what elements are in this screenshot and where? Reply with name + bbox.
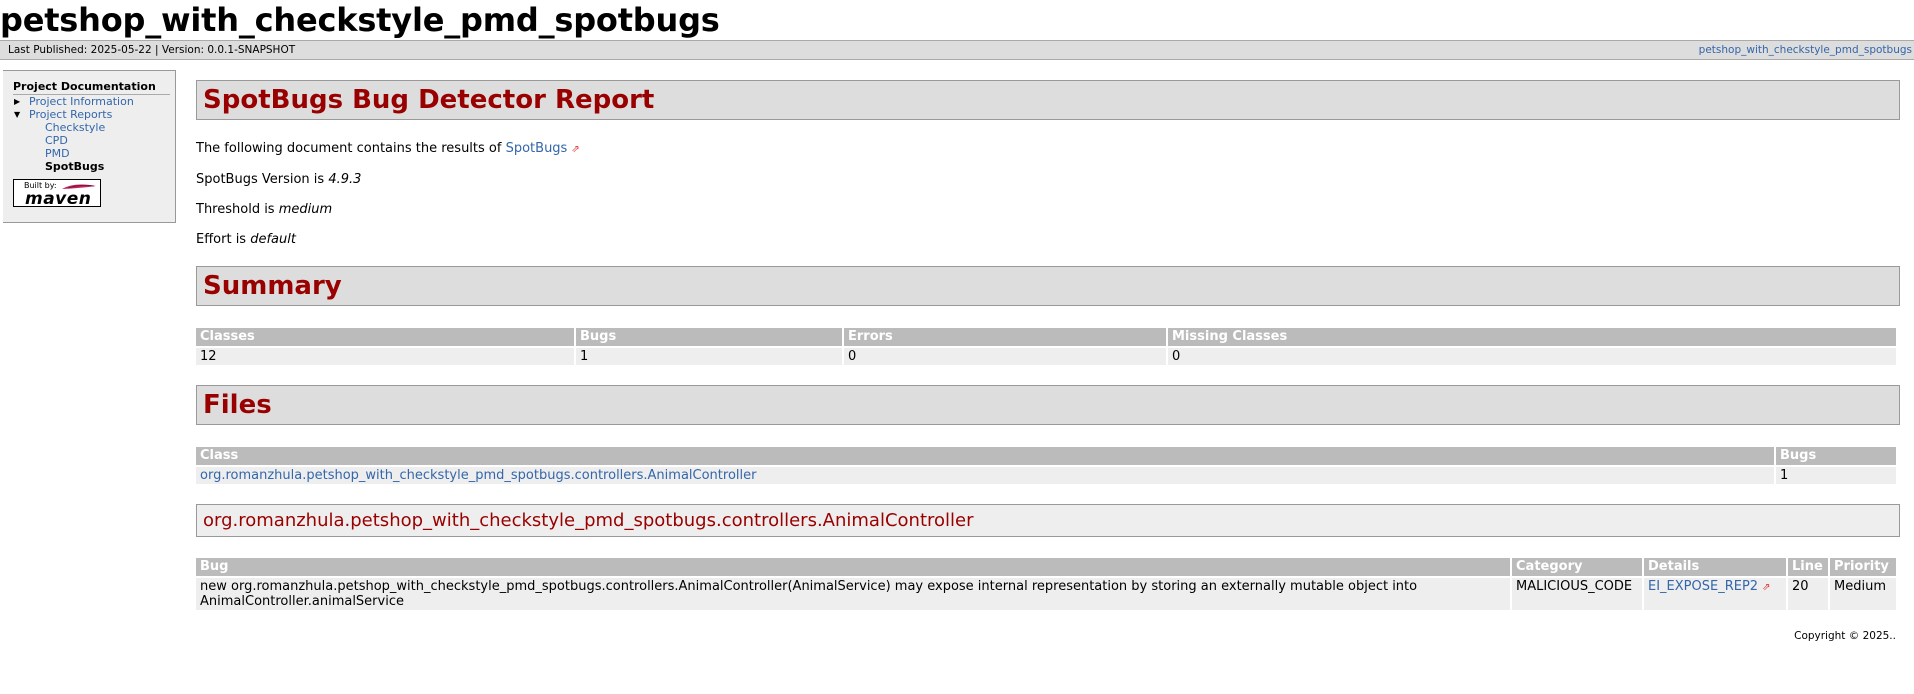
table-header-row: Bug Category Details Line Priority xyxy=(196,558,1896,576)
table-cell: 0 xyxy=(1168,348,1896,365)
column-header: Priority xyxy=(1830,558,1896,576)
summary-table: Classes Bugs Errors Missing Classes 12 1… xyxy=(194,326,1898,367)
bug-details-cell: EI_EXPOSE_REP2 ⇗ xyxy=(1644,578,1786,610)
threshold-text: Threshold is xyxy=(196,202,279,217)
breadcrumbs: Last Published: 2025-05-22 | Version: 0.… xyxy=(0,40,1914,60)
column-header: Missing Classes xyxy=(1168,328,1896,346)
version-text: SpotBugs Version is xyxy=(196,172,329,187)
expanded-arrow-icon: ▼ xyxy=(14,110,21,119)
column-header: Category xyxy=(1512,558,1642,576)
class-link[interactable]: org.romanzhula.petshop_with_checkstyle_p… xyxy=(200,468,756,483)
version-value: 4.9.3 xyxy=(328,172,362,187)
files-heading: Files xyxy=(196,385,1900,425)
table-row: org.romanzhula.petshop_with_checkstyle_p… xyxy=(196,467,1896,484)
bug-category: MALICIOUS_CODE xyxy=(1512,578,1642,610)
sidebar: Project Documentation ▶ Project Informat… xyxy=(3,70,176,223)
sidebar-item-checkstyle[interactable]: Checkstyle xyxy=(45,121,105,134)
table-header-row: Class Bugs xyxy=(196,447,1896,465)
effort-paragraph: Effort is default xyxy=(196,232,1900,248)
threshold-paragraph: Threshold is medium xyxy=(196,202,1900,218)
footer-copyright: Copyright © 2025.. xyxy=(1794,630,1896,642)
column-header: Bugs xyxy=(576,328,842,346)
column-header: Line xyxy=(1788,558,1828,576)
table-row: 12 1 0 0 xyxy=(196,348,1896,365)
table-cell: 1 xyxy=(1776,467,1896,484)
collapsed-arrow-icon: ▶ xyxy=(14,97,21,106)
project-home-link[interactable]: petshop_with_checkstyle_pmd_spotbugs xyxy=(1699,41,1912,59)
sidebar-item-label[interactable]: Project Information xyxy=(29,95,134,108)
intro-paragraph: The following document contains the resu… xyxy=(196,141,1900,158)
built-by-maven-logo[interactable]: Built by: maven xyxy=(13,179,101,209)
publish-info: Last Published: 2025-05-22 | Version: 0.… xyxy=(8,44,296,56)
table-header-row: Classes Bugs Errors Missing Classes xyxy=(196,328,1896,346)
threshold-value: medium xyxy=(278,202,333,217)
summary-heading: Summary xyxy=(196,266,1900,306)
bug-details-link[interactable]: EI_EXPOSE_REP2 xyxy=(1648,579,1758,594)
project-title: petshop_with_checkstyle_pmd_spotbugs xyxy=(0,1,720,39)
sidebar-item-project-information[interactable]: ▶ Project Information xyxy=(13,95,175,108)
class-section-heading: org.romanzhula.petshop_with_checkstyle_p… xyxy=(196,504,1900,537)
effort-text: Effort is xyxy=(196,232,251,247)
external-link-icon: ⇗ xyxy=(1762,582,1771,593)
main-content: SpotBugs Bug Detector Report The followi… xyxy=(196,80,1900,612)
bug-description: new org.romanzhula.petshop_with_checksty… xyxy=(196,578,1510,610)
bugs-table: Bug Category Details Line Priority new o… xyxy=(194,556,1898,612)
sidebar-item-pmd[interactable]: PMD xyxy=(45,147,70,160)
sidebar-item-cpd[interactable]: CPD xyxy=(45,134,68,147)
effort-value: default xyxy=(250,232,296,247)
external-link-icon: ⇗ xyxy=(571,144,580,155)
sidebar-item-label[interactable]: Project Reports xyxy=(29,108,112,121)
sidebar-item-project-reports[interactable]: ▼ Project Reports xyxy=(13,108,175,121)
table-cell: 0 xyxy=(844,348,1166,365)
banner: petshop_with_checkstyle_pmd_spotbugs xyxy=(0,0,1914,40)
column-header: Bug xyxy=(196,558,1510,576)
maven-label: maven xyxy=(25,189,92,209)
column-header: Errors xyxy=(844,328,1166,346)
table-row: new org.romanzhula.petshop_with_checksty… xyxy=(196,578,1896,610)
column-header: Bugs xyxy=(1776,447,1896,465)
column-header: Classes xyxy=(196,328,574,346)
bug-line: 20 xyxy=(1788,578,1828,610)
table-cell: 1 xyxy=(576,348,842,365)
spotbugs-link[interactable]: SpotBugs xyxy=(506,141,568,156)
table-cell: 12 xyxy=(196,348,574,365)
intro-text: The following document contains the resu… xyxy=(196,141,506,156)
page-title: SpotBugs Bug Detector Report xyxy=(196,80,1900,120)
version-paragraph: SpotBugs Version is 4.9.3 xyxy=(196,172,1900,188)
sidebar-item-spotbugs: SpotBugs xyxy=(45,160,105,173)
files-table: Class Bugs org.romanzhula.petshop_with_c… xyxy=(194,445,1898,486)
column-header: Details xyxy=(1644,558,1786,576)
bug-priority: Medium xyxy=(1830,578,1896,610)
column-header: Class xyxy=(196,447,1774,465)
sidebar-heading: Project Documentation xyxy=(13,80,170,95)
